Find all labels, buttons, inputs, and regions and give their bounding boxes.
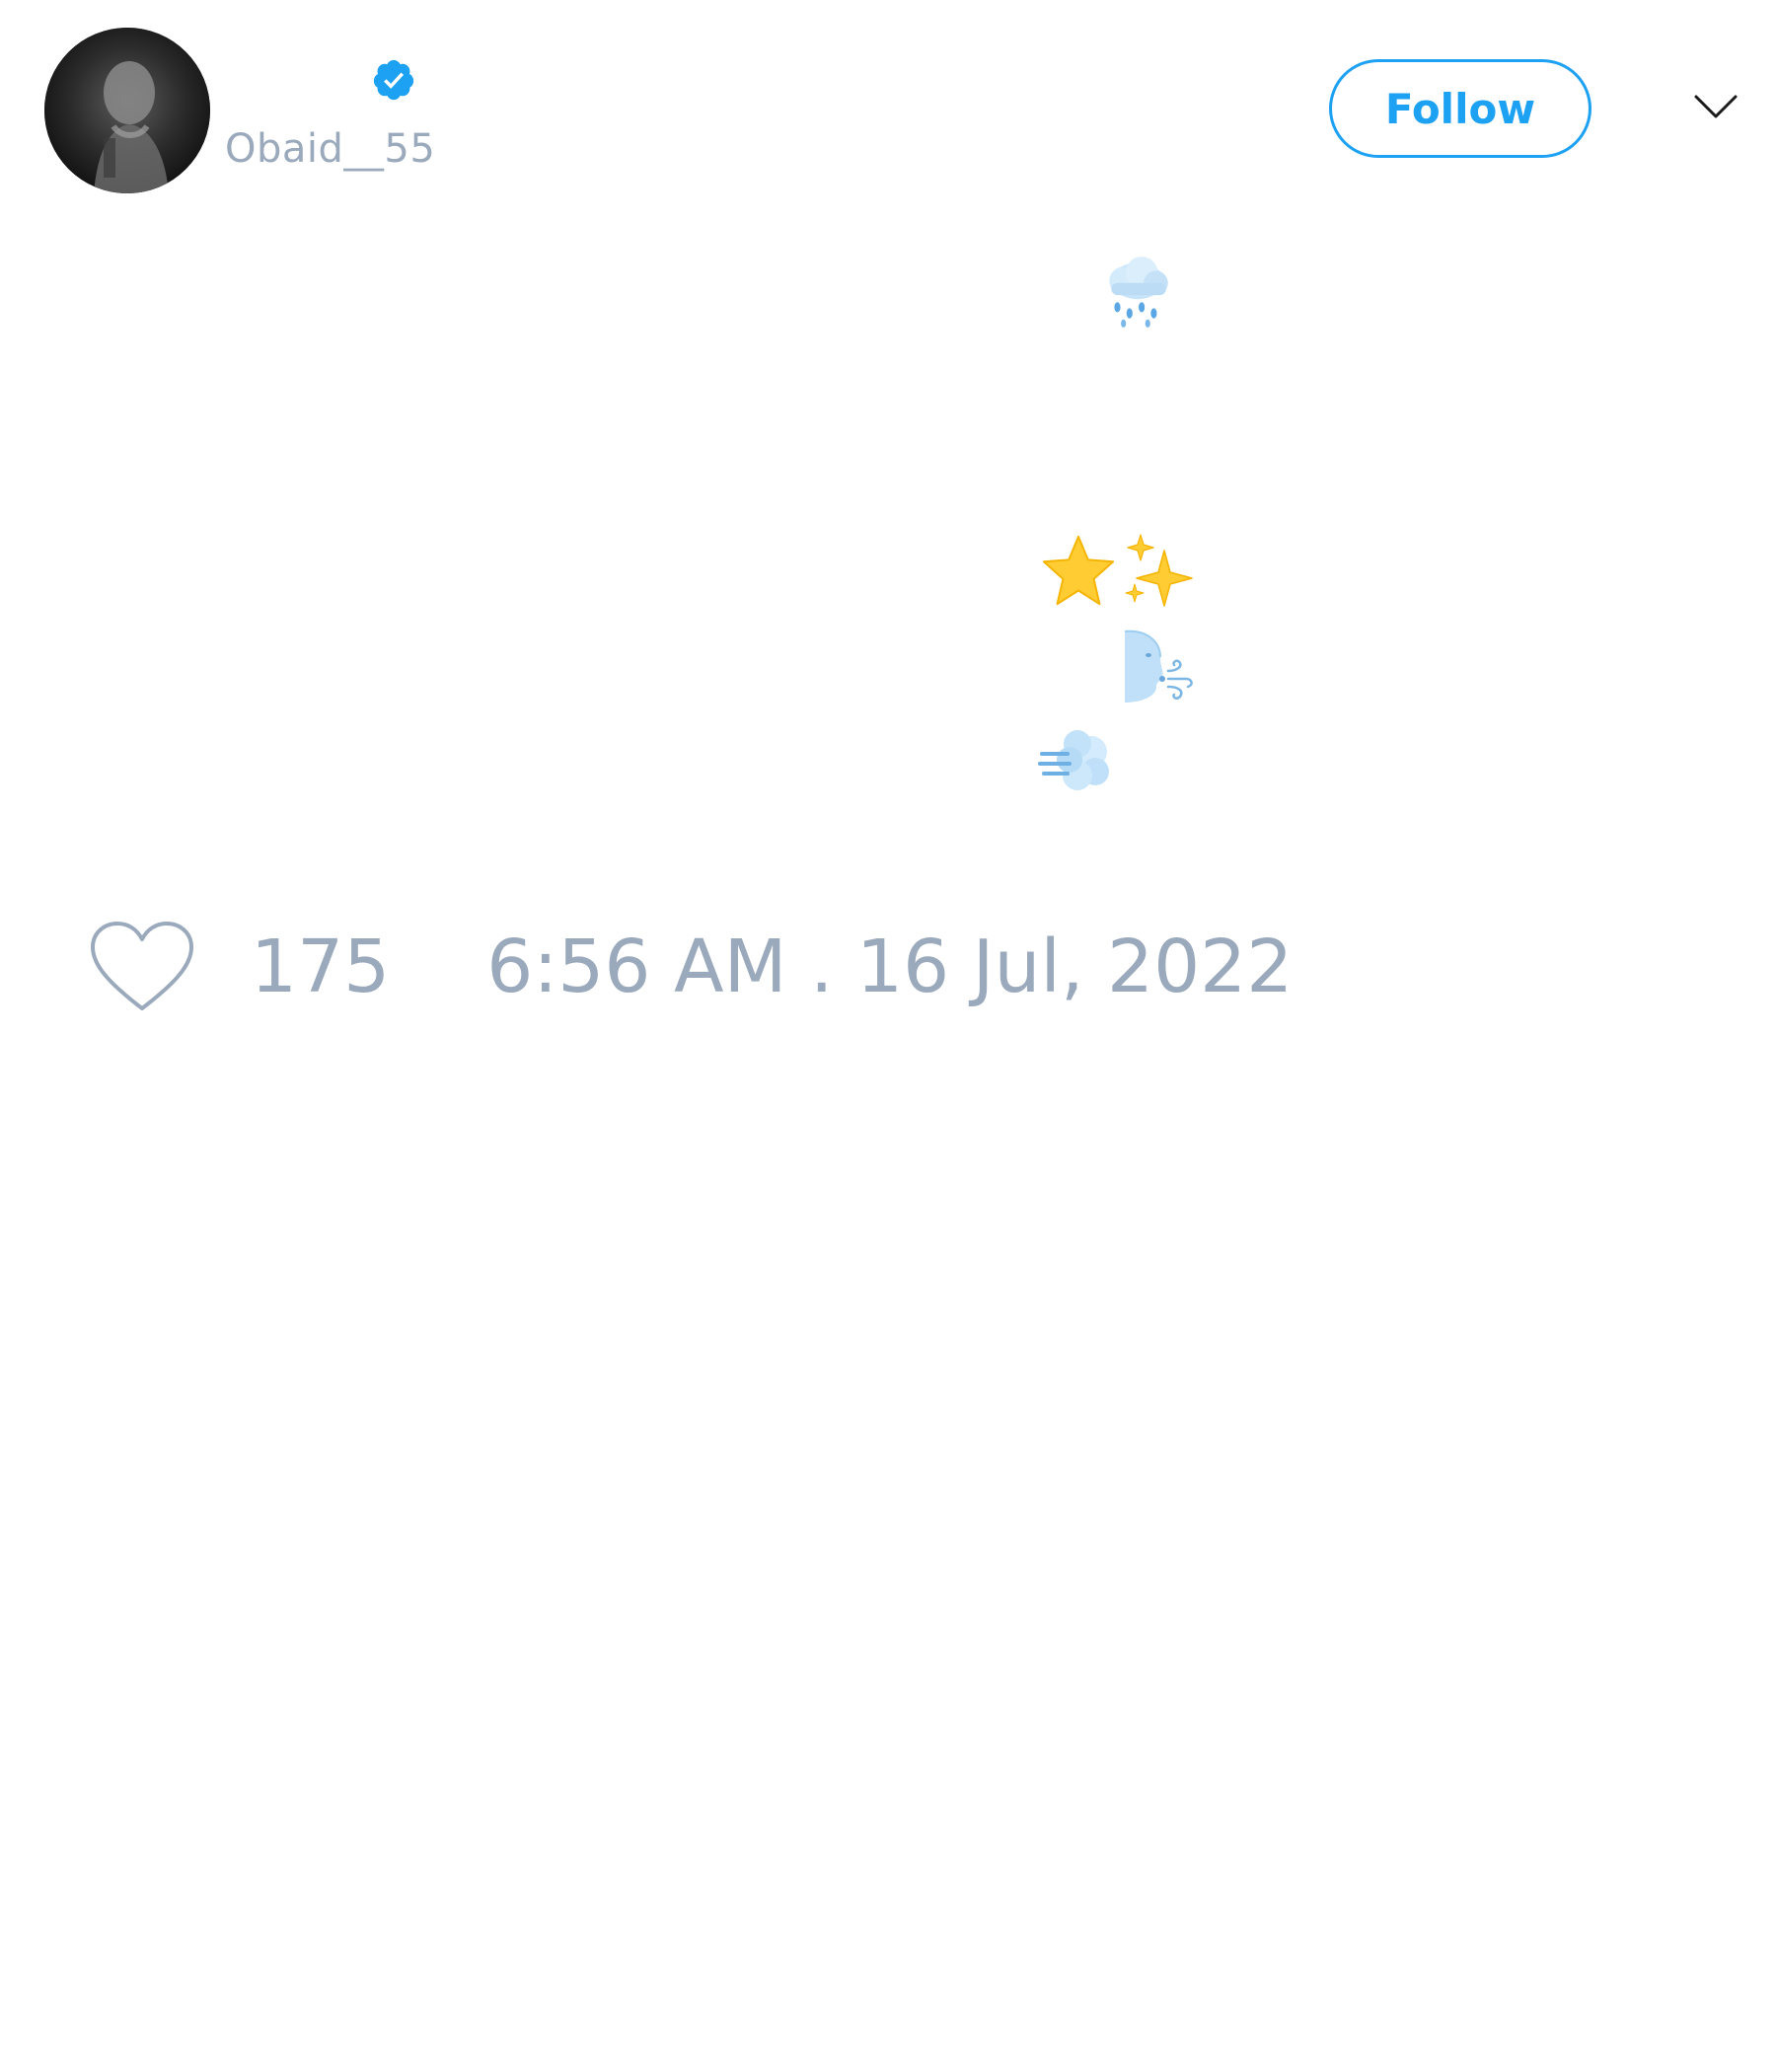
tweet-text — [1026, 247, 1322, 819]
wind-face-icon — [1124, 629, 1193, 703]
star-icon — [1042, 535, 1115, 606]
dashing-away-icon — [1038, 730, 1109, 790]
verified-badge-icon — [373, 59, 414, 101]
tweet-timestamp[interactable]: 6:56 AM . 16 Jul, 2022 — [486, 925, 1293, 1009]
tweet-footer: 175 6:56 AM . 16 Jul, 2022 — [89, 908, 1293, 1026]
heart-outline-icon[interactable] — [89, 920, 195, 1014]
chevron-down-icon[interactable] — [1693, 91, 1739, 124]
avatar[interactable] — [44, 28, 210, 193]
author-handle[interactable]: Obaid__55 — [225, 126, 435, 172]
like-count: 175 — [251, 925, 391, 1009]
user-avatar-photo — [44, 28, 210, 193]
follow-button[interactable]: Follow — [1329, 59, 1591, 158]
sparkles-icon — [1125, 534, 1193, 607]
cloud-with-snow-icon — [1109, 257, 1168, 328]
